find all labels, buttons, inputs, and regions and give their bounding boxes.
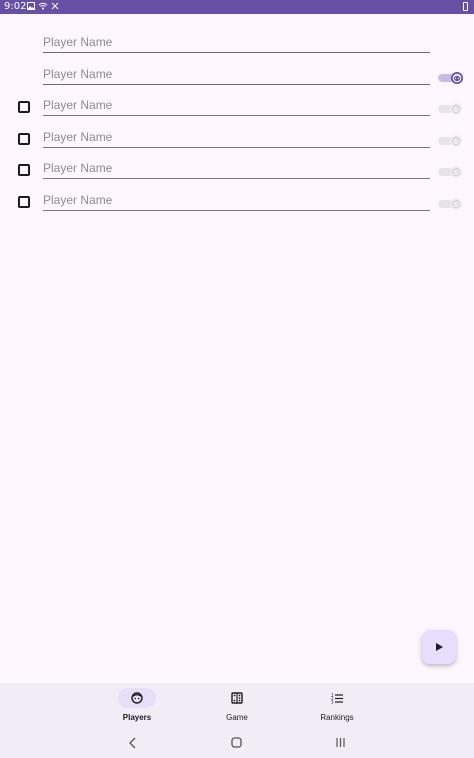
player-name-field[interactable]: Player Name bbox=[43, 30, 430, 53]
wifi-icon bbox=[38, 2, 48, 10]
player-name-placeholder: Player Name bbox=[43, 161, 113, 175]
player-checkbox[interactable] bbox=[18, 164, 30, 176]
player-name-placeholder: Player Name bbox=[43, 35, 113, 49]
player-row: Player Name bbox=[0, 30, 474, 58]
status-bar: 9:02 bbox=[0, 0, 474, 14]
face-icon bbox=[451, 136, 461, 146]
player-row: Player Name bbox=[0, 188, 474, 216]
face-icon bbox=[452, 73, 462, 83]
bottom-navigation: Players Game 123 Rankings bbox=[0, 683, 474, 729]
nav-label-rankings: Rankings bbox=[320, 713, 354, 722]
player-checkbox[interactable] bbox=[18, 101, 30, 113]
home-button[interactable] bbox=[231, 737, 242, 748]
player-name-field[interactable]: Player Name bbox=[43, 188, 430, 211]
player-toggle-switch[interactable] bbox=[438, 198, 464, 210]
status-time: 9:02 bbox=[4, 1, 27, 12]
face-icon bbox=[131, 692, 143, 704]
switch-thumb bbox=[451, 72, 463, 84]
player-row: Player Name bbox=[0, 62, 474, 90]
face-icon bbox=[451, 199, 461, 209]
dice-icon bbox=[231, 692, 243, 704]
player-name-field[interactable]: Player Name bbox=[43, 156, 430, 179]
player-toggle-switch[interactable] bbox=[438, 135, 464, 147]
player-name-field[interactable]: Player Name bbox=[43, 62, 430, 85]
status-icons bbox=[27, 2, 59, 10]
player-toggle-switch[interactable] bbox=[438, 166, 464, 178]
play-icon bbox=[436, 643, 443, 651]
data-icon bbox=[51, 2, 59, 10]
nav-item-game[interactable]: Game bbox=[197, 683, 277, 729]
nav-pill: 123 bbox=[318, 688, 356, 708]
player-row: Player Name bbox=[0, 156, 474, 184]
face-icon bbox=[451, 104, 461, 114]
switch-thumb bbox=[450, 135, 462, 147]
system-navigation-bar bbox=[0, 729, 474, 758]
player-checkbox[interactable] bbox=[18, 133, 30, 145]
nav-pill bbox=[218, 688, 256, 708]
back-button[interactable] bbox=[128, 737, 138, 749]
image-icon bbox=[27, 2, 35, 10]
svg-text:3: 3 bbox=[331, 700, 334, 705]
battery-icon bbox=[463, 2, 468, 11]
switch-thumb bbox=[450, 166, 462, 178]
player-name-placeholder: Player Name bbox=[43, 193, 113, 207]
player-name-field[interactable]: Player Name bbox=[43, 125, 430, 148]
nav-label-players: Players bbox=[122, 713, 152, 722]
player-name-field[interactable]: Player Name bbox=[43, 93, 430, 116]
player-name-placeholder: Player Name bbox=[43, 130, 113, 144]
list-icon: 123 bbox=[331, 693, 343, 705]
switch-thumb bbox=[450, 103, 462, 115]
player-toggle-switch[interactable] bbox=[438, 72, 464, 84]
player-checkbox[interactable] bbox=[18, 196, 30, 208]
player-name-placeholder: Player Name bbox=[43, 67, 113, 81]
nav-item-players[interactable]: Players bbox=[97, 683, 177, 729]
back-icon bbox=[129, 737, 136, 749]
recents-button[interactable] bbox=[335, 737, 346, 748]
nav-item-rankings[interactable]: 123 Rankings bbox=[297, 683, 377, 729]
home-icon bbox=[231, 737, 242, 748]
player-toggle-switch[interactable] bbox=[438, 103, 464, 115]
player-row: Player Name bbox=[0, 93, 474, 121]
player-row: Player Name bbox=[0, 125, 474, 153]
switch-thumb bbox=[450, 198, 462, 210]
nav-label-game: Game bbox=[226, 713, 248, 722]
nav-pill bbox=[118, 688, 156, 708]
player-name-placeholder: Player Name bbox=[43, 98, 113, 112]
recents-icon bbox=[336, 738, 345, 747]
face-icon bbox=[451, 167, 461, 177]
start-game-fab[interactable] bbox=[422, 630, 456, 664]
